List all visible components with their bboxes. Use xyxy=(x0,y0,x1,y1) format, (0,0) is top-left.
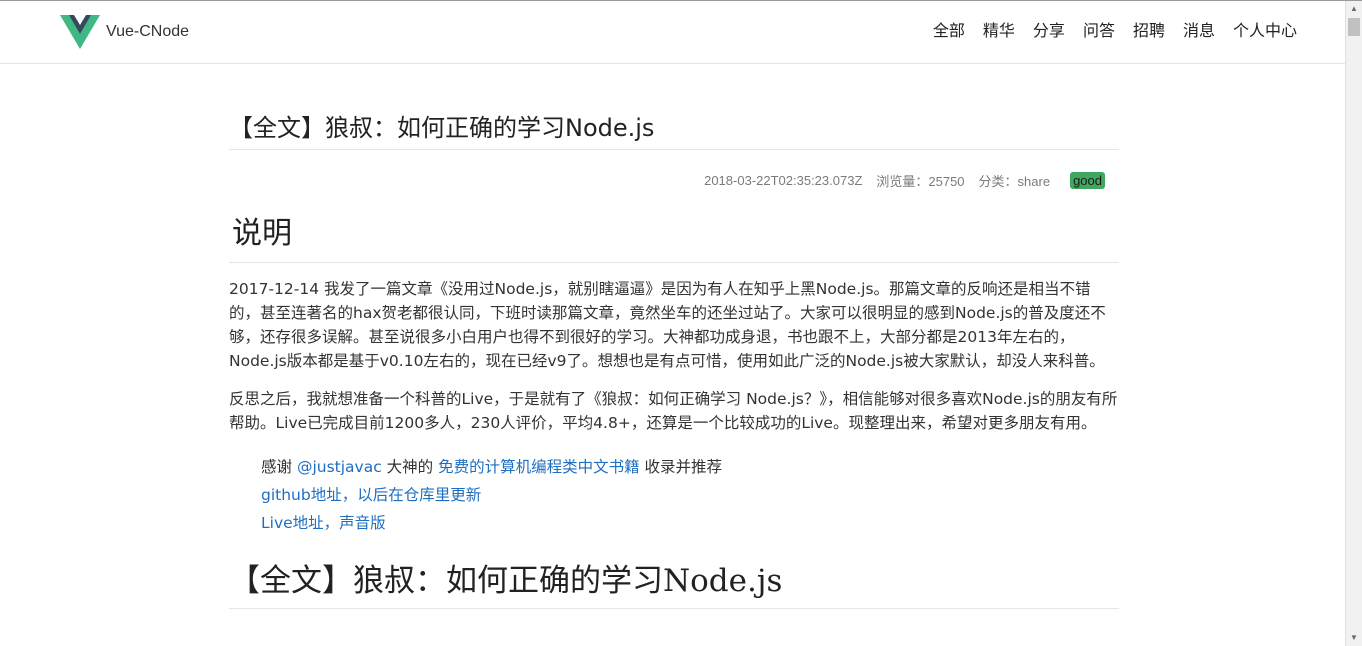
nav-item-messages[interactable]: 消息 xyxy=(1174,20,1224,42)
live-link[interactable]: Live地址，声音版 xyxy=(261,514,386,532)
section-heading: 说明 xyxy=(229,202,1119,263)
free-books-link[interactable]: 免费的计算机编程类中文书籍 xyxy=(438,458,640,476)
nav-item-profile[interactable]: 个人中心 xyxy=(1224,20,1306,42)
article-category: 分类：share xyxy=(978,173,1051,189)
thanks-middle: 大神的 xyxy=(381,458,439,476)
github-link[interactable]: github地址，以后在仓库里更新 xyxy=(261,486,481,504)
thanks-blockquote: 感谢 @justjavac 大神的 免费的计算机编程类中文书籍 收录并推荐 gi… xyxy=(261,453,1119,537)
nav-item-good[interactable]: 精华 xyxy=(974,20,1024,42)
brand-name[interactable]: Vue-CNode xyxy=(106,23,189,41)
scroll-up-arrow-icon[interactable]: ▲ xyxy=(1346,1,1362,17)
article-paragraph-1: 2017-12-14 我发了一篇文章《没用过Node.js，就别瞎逼逼》是因为有… xyxy=(229,280,1106,370)
main-nav: 全部 精华 分享 问答 招聘 消息 个人中心 xyxy=(924,20,1306,42)
article-meta: 2018-03-22T02:35:23.073Z 浏览量：25750 分类：sh… xyxy=(229,166,1119,194)
scrollbar-thumb[interactable] xyxy=(1348,18,1360,36)
view-count: 浏览量：25750 xyxy=(876,173,965,189)
site-header: Vue-CNode 全部 精华 分享 问答 招聘 消息 个人中心 xyxy=(0,1,1346,64)
second-heading: 【全文】狼叔：如何正确的学习Node.js xyxy=(229,555,1119,609)
nav-item-job[interactable]: 招聘 xyxy=(1124,20,1174,42)
vue-logo-icon[interactable] xyxy=(60,15,100,51)
justjavac-link[interactable]: @justjavac xyxy=(297,458,382,476)
thanks-prefix: 感谢 xyxy=(261,458,297,476)
article-content: 【全文】狼叔：如何正确的学习Node.js 2018-03-22T02:35:2… xyxy=(229,64,1119,609)
nav-item-ask[interactable]: 问答 xyxy=(1074,20,1124,42)
thanks-suffix: 收录并推荐 xyxy=(639,458,723,476)
scroll-down-arrow-icon[interactable]: ▼ xyxy=(1346,630,1362,646)
nav-item-share[interactable]: 分享 xyxy=(1024,20,1074,42)
article-date: 2018-03-22T02:35:23.073Z xyxy=(704,172,863,188)
article-paragraph-2: 反思之后，我就想准备一个科普的Live，于是就有了《狼叔：如何正确学习 Node… xyxy=(229,390,1118,432)
status-badge: good xyxy=(1070,171,1105,189)
article-title: 【全文】狼叔：如何正确的学习Node.js xyxy=(229,64,1119,150)
page-scrollbar[interactable]: ▲ ▼ xyxy=(1345,1,1362,646)
thanks-line: 感谢 @justjavac 大神的 免费的计算机编程类中文书籍 收录并推荐 xyxy=(261,453,1119,481)
nav-item-all[interactable]: 全部 xyxy=(924,20,974,42)
